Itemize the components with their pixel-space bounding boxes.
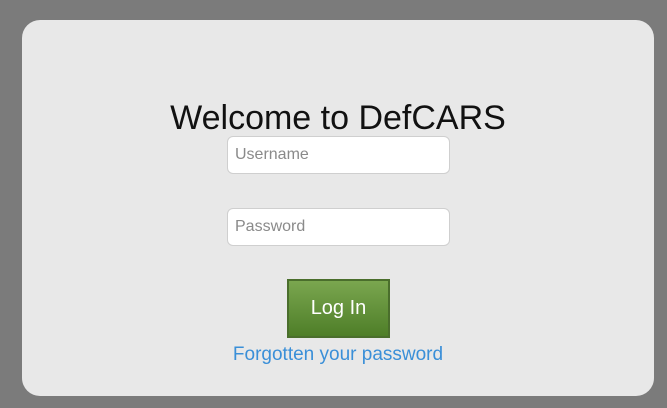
page-background: { "login": { "title": "Welcome to DefCAR…	[0, 0, 667, 408]
login-button[interactable]: Log In	[287, 279, 390, 338]
username-input[interactable]	[227, 136, 450, 174]
login-panel: Welcome to DefCARS Log In Forgotten your…	[22, 20, 654, 396]
page-title: Welcome to DefCARS	[170, 99, 506, 137]
password-input[interactable]	[227, 208, 450, 246]
forgot-password-link[interactable]: Forgotten your password	[22, 343, 654, 367]
